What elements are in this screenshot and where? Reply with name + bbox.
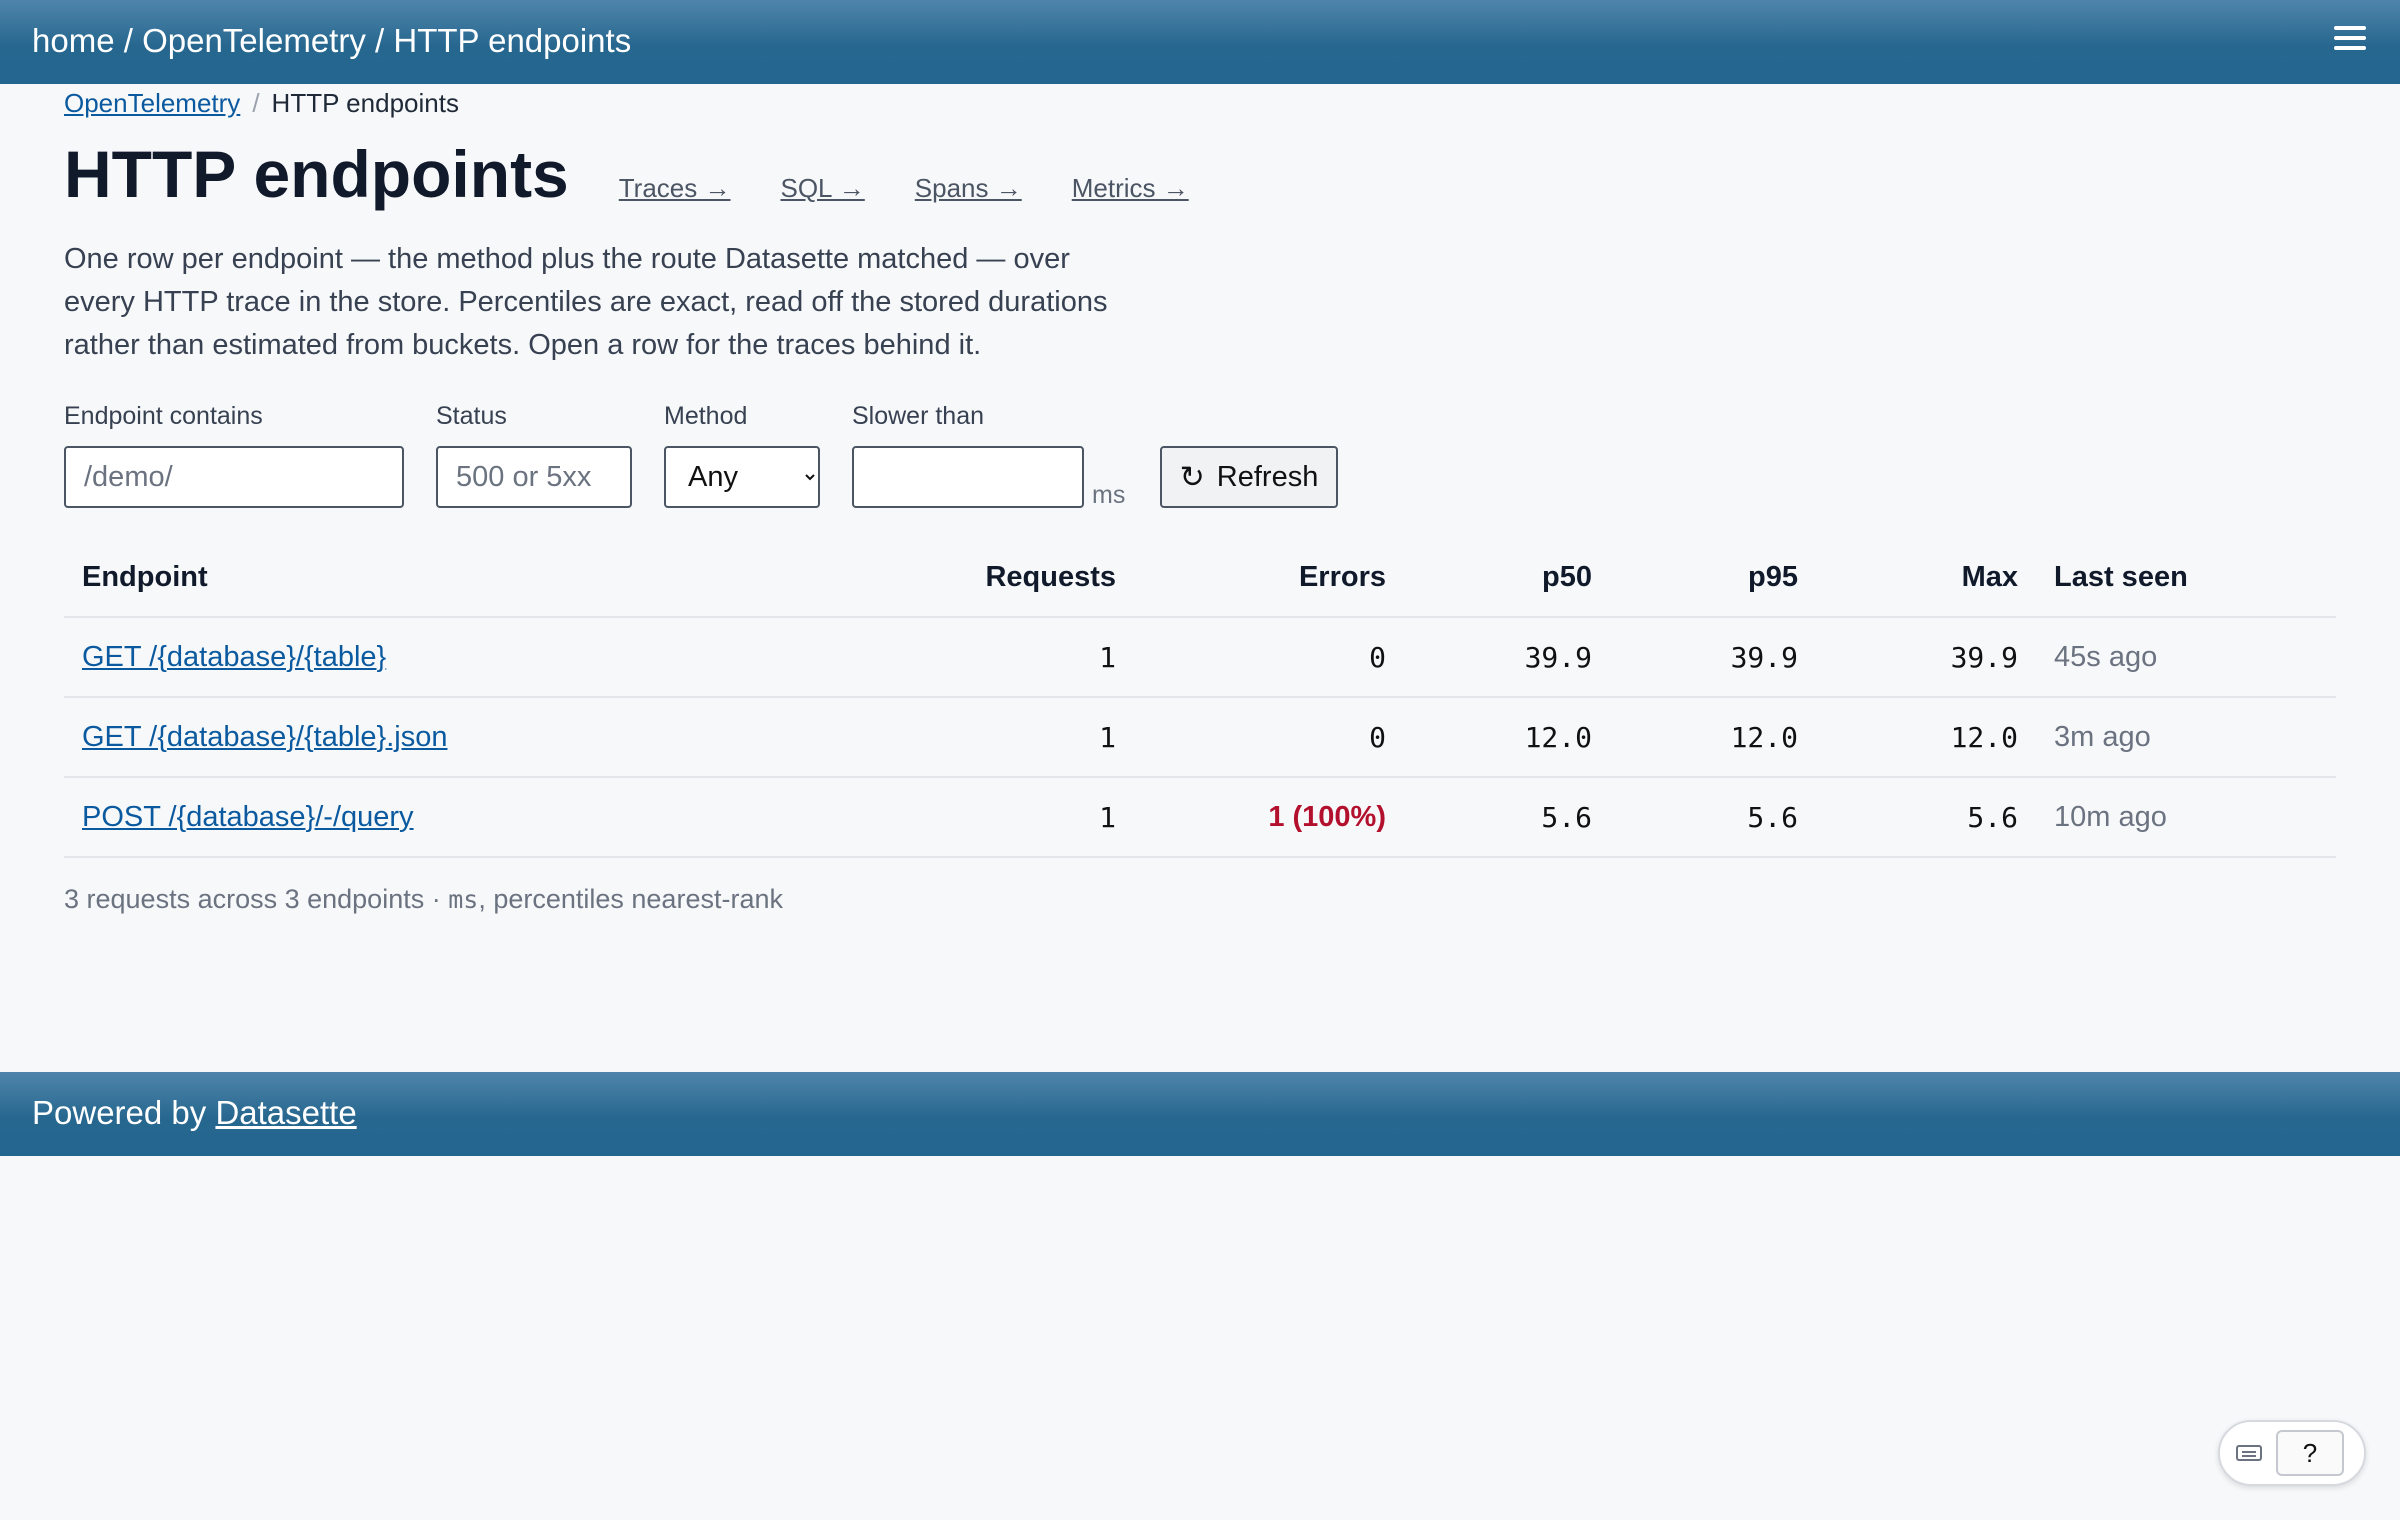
summary-unit: ms [448,885,479,914]
status-input[interactable] [436,446,632,508]
crumb-home[interactable]: home [32,22,115,59]
footer: Powered by Datasette [0,1072,2400,1156]
header-breadcrumb: home / OpenTelemetry / HTTP endpoints [32,22,631,60]
table-header-row: Endpoint Requests Errors p50 p95 Max Las… [64,538,2336,618]
table-row[interactable]: GET /{database}/{table} 1 0 39.9 39.9 39… [64,617,2336,698]
last-seen-cell: 45s ago [2036,617,2336,698]
method-filter: Method Any [664,402,820,508]
slower-than-filter: Slower than [852,402,1084,508]
sql-link[interactable]: SQL → [780,173,864,204]
endpoint-cell: POST /{database}/-/query [64,777,844,858]
column-header-max[interactable]: Max [1816,538,2036,618]
top-header: home / OpenTelemetry / HTTP endpoints [0,0,2400,84]
table-row[interactable]: POST /{database}/-/query 1 1 (100%) 5.6 … [64,777,2336,858]
p95-cell: 39.9 [1610,617,1816,698]
refresh-label: Refresh [1216,460,1319,493]
crumb-separator: / [114,22,143,59]
endpoints-table: Endpoint Requests Errors p50 p95 Max Las… [64,538,2336,858]
last-seen-cell: 3m ago [2036,697,2336,778]
column-header-last-seen[interactable]: Last seen [2036,538,2336,618]
column-header-errors[interactable]: Errors [1134,538,1404,618]
slower-than-input[interactable] [852,446,1084,508]
p50-cell: 5.6 [1404,777,1610,858]
keyboard-icon [2236,1445,2262,1461]
p95-cell: 12.0 [1610,697,1816,778]
spans-link[interactable]: Spans → [915,173,1022,204]
status-filter: Status [436,402,632,508]
column-header-requests[interactable]: Requests [844,538,1134,618]
summary-prefix: 3 requests across 3 endpoints · [64,884,449,914]
p50-cell: 39.9 [1404,617,1610,698]
column-header-endpoint[interactable]: Endpoint [64,538,844,618]
method-select[interactable]: Any [664,446,820,508]
footer-text: Powered by Datasette [32,1094,357,1132]
refresh-icon: ↻ [1179,460,1205,494]
crumb-database[interactable]: OpenTelemetry [142,22,366,59]
breadcrumb-link-database[interactable]: OpenTelemetry [64,88,240,118]
errors-cell: 0 [1134,697,1404,778]
slower-than-label: Slower than [852,402,985,430]
table-row[interactable]: GET /{database}/{table}.json 1 0 12.0 12… [64,697,2336,778]
slower-than-unit: ms [1092,481,1126,509]
column-header-p50[interactable]: p50 [1404,538,1610,618]
crumb-current: HTTP endpoints [393,22,632,59]
datasette-link[interactable]: Datasette [215,1094,356,1131]
max-cell: 39.9 [1816,617,2036,698]
refresh-button[interactable]: ↻ Refresh [1160,446,1338,508]
endpoint-link[interactable]: POST /{database}/-/query [82,801,414,833]
page-nav: Traces → SQL → Spans → Metrics → [619,173,1239,204]
max-cell: 12.0 [1816,697,2036,778]
endpoint-filter-label: Endpoint contains [64,402,263,430]
page-description: One row per endpoint — the method plus t… [64,243,1108,361]
errors-cell: 0 [1134,617,1404,698]
errors-cell: 1 (100%) [1134,777,1404,858]
breadcrumb: OpenTelemetry / HTTP endpoints [64,88,459,119]
title-row: HTTP endpoints Traces → SQL → Spans → Me… [64,134,1239,214]
footer-prefix: Powered by [32,1094,216,1131]
endpoint-cell: GET /{database}/{table}.json [64,697,844,778]
keyboard-shortcuts-widget[interactable]: ? [2218,1420,2366,1486]
last-seen-cell: 10m ago [2036,777,2336,858]
column-header-p95[interactable]: p95 [1610,538,1816,618]
method-filter-label: Method [664,402,748,430]
p50-cell: 12.0 [1404,697,1610,778]
p95-cell: 5.6 [1610,777,1816,858]
table-summary: 3 requests across 3 endpoints · ms, perc… [64,884,783,915]
menu-icon[interactable] [2334,26,2366,54]
page-title: HTTP endpoints [64,137,569,211]
max-cell: 5.6 [1816,777,2036,858]
endpoint-filter: Endpoint contains [64,402,404,508]
endpoint-input[interactable] [64,446,404,508]
crumb-separator: / [365,22,394,59]
endpoint-cell: GET /{database}/{table} [64,617,844,698]
breadcrumb-separator: / [252,88,260,118]
status-filter-label: Status [436,402,507,430]
requests-cell: 1 [844,697,1134,778]
help-button[interactable]: ? [2276,1430,2344,1476]
summary-suffix: , percentiles nearest-rank [478,884,783,914]
requests-cell: 1 [844,777,1134,858]
breadcrumb-current: HTTP endpoints [271,88,459,118]
traces-link[interactable]: Traces → [619,173,731,204]
endpoint-link[interactable]: GET /{database}/{table}.json [82,721,447,753]
metrics-link[interactable]: Metrics → [1072,173,1189,204]
requests-cell: 1 [844,617,1134,698]
endpoint-link[interactable]: GET /{database}/{table} [82,641,386,673]
